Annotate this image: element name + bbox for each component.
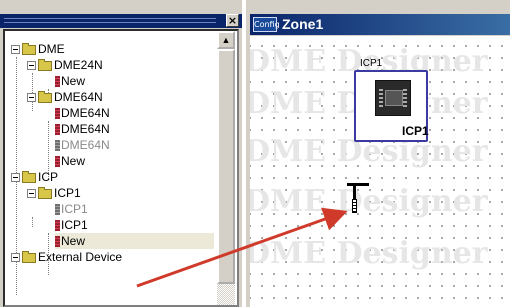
drag-arrow-line bbox=[136, 207, 348, 288]
drag-arrow bbox=[136, 207, 348, 288]
